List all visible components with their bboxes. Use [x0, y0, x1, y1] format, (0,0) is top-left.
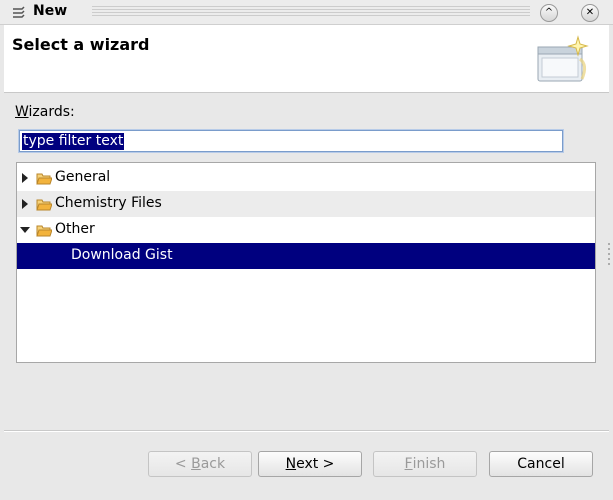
next-button-label: ext >: [296, 456, 335, 472]
title-bar-grip[interactable]: [92, 6, 530, 18]
filter-input[interactable]: type filter text: [19, 130, 563, 152]
wizards-label-text: izards:: [28, 104, 75, 120]
tree-item-download-gist[interactable]: Download Gist: [17, 243, 595, 269]
cancel-button-label: Cancel: [517, 456, 565, 472]
new-wizard-icon: [537, 35, 589, 82]
expand-arrow-icon[interactable]: [22, 199, 28, 209]
tree-item-other[interactable]: Other: [17, 217, 595, 243]
maximize-button[interactable]: ^: [540, 4, 558, 22]
back-button[interactable]: < Back: [148, 451, 252, 477]
wizard-tree[interactable]: General Chemistry Files Other Download G…: [16, 162, 596, 363]
finish-button[interactable]: Finish: [373, 451, 477, 477]
folder-icon: [36, 199, 52, 211]
finish-button-mnemonic: F: [404, 456, 413, 472]
wizard-header: Select a wizard: [4, 25, 609, 93]
close-icon: ✕: [585, 7, 595, 18]
collapse-arrow-icon[interactable]: [20, 227, 30, 233]
next-button-mnemonic: N: [285, 456, 297, 472]
sash-handle[interactable]: [607, 240, 611, 270]
tree-item-label: Other: [55, 221, 95, 237]
finish-button-label: inish: [412, 456, 446, 472]
tree-item-label: General: [55, 169, 111, 185]
tree-item-general[interactable]: General: [17, 165, 595, 191]
close-button[interactable]: ✕: [581, 4, 599, 22]
tree-item-chemistry-files[interactable]: Chemistry Files: [17, 191, 595, 217]
expand-arrow-icon[interactable]: [22, 173, 28, 183]
filter-input-text: type filter text: [22, 133, 125, 150]
wizards-label-mnemonic: W: [15, 104, 29, 120]
folder-open-icon: [36, 225, 52, 237]
button-bar-separator: [4, 430, 609, 432]
back-button-label: ack: [200, 456, 226, 472]
back-button-mnemonic: B: [191, 456, 201, 472]
folder-icon: [36, 173, 52, 185]
tree-item-label: Download Gist: [71, 247, 173, 263]
window-title: New: [33, 3, 68, 19]
back-button-prefix: <: [174, 456, 192, 472]
chevron-up-icon: ^: [544, 7, 554, 18]
next-button[interactable]: Next >: [258, 451, 362, 477]
wizards-label: Wizards:: [15, 104, 75, 120]
title-bar: New ^ ✕: [0, 0, 613, 25]
tree-item-label: Chemistry Files: [55, 195, 162, 211]
page-title: Select a wizard: [12, 35, 150, 54]
app-icon: [13, 6, 25, 18]
cancel-button[interactable]: Cancel: [489, 451, 593, 477]
